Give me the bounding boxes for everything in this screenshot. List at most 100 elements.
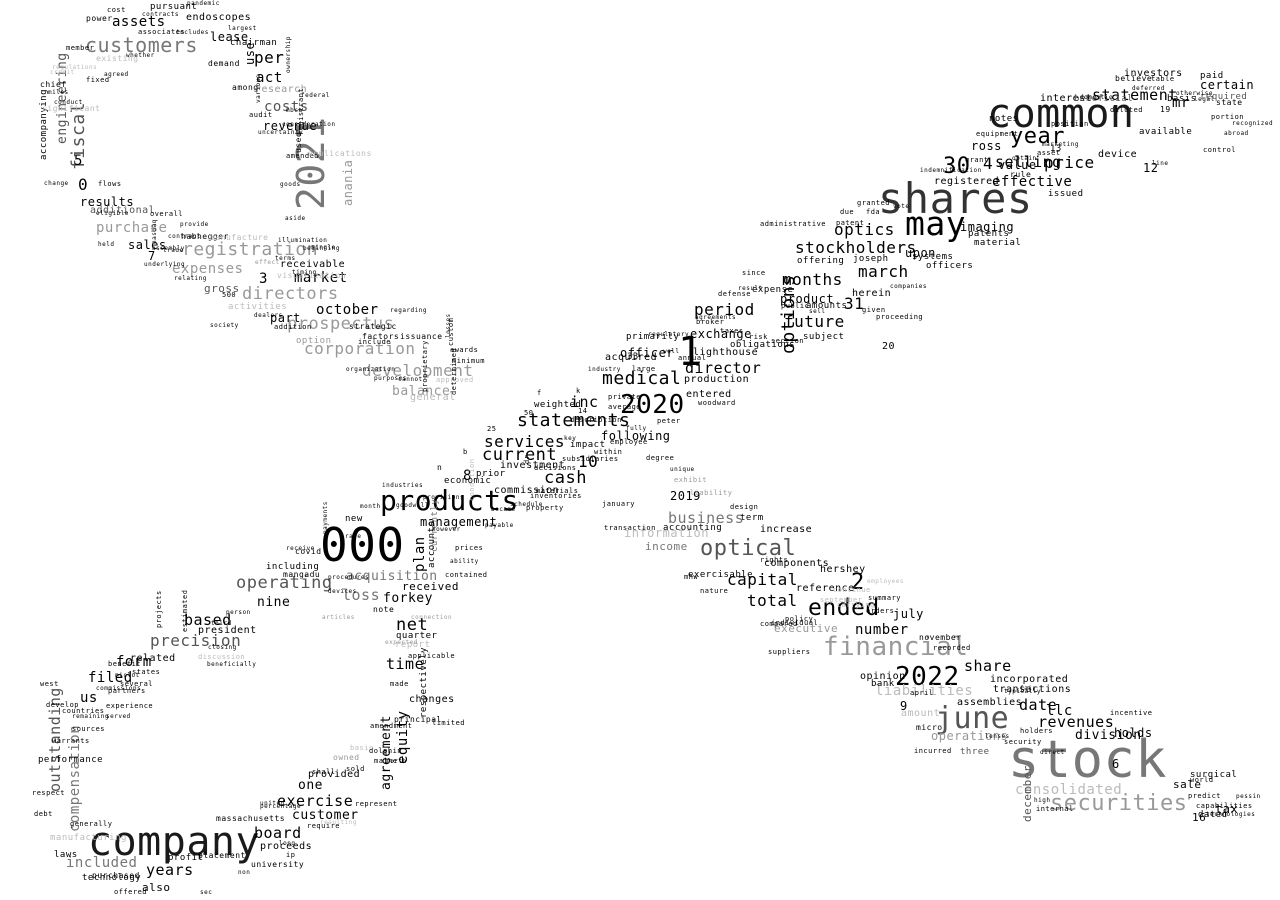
word-276: incurred [914, 747, 952, 755]
word-187: patents [968, 229, 1010, 239]
word-356: proceeding [876, 313, 924, 321]
word-378: world [1190, 776, 1214, 784]
word-269: incentive [1110, 709, 1153, 717]
word-260: due [840, 208, 855, 216]
word-215: addition [274, 323, 312, 331]
word-325: procedures [328, 574, 370, 581]
word-34: services [484, 432, 566, 451]
word-444: flows [98, 180, 122, 188]
word-367: legal [1194, 96, 1215, 103]
word-251: peter [657, 417, 681, 425]
word-447: held [98, 241, 115, 248]
word-226: pandemic [187, 0, 220, 7]
word-51: share [964, 657, 1012, 675]
word-274: recorded [933, 644, 971, 652]
word-353: taxes [720, 327, 744, 335]
word-62: plan [412, 536, 428, 572]
word-225: cost [107, 6, 126, 14]
word-360: vote [893, 203, 910, 210]
word-350: agreements [695, 314, 737, 321]
word-442: illumination [278, 237, 328, 244]
word-201: accounting [663, 523, 723, 533]
word-272: micro [916, 723, 943, 732]
word-277: suppliers [768, 648, 811, 656]
word-338: decisions [534, 464, 577, 472]
word-398: percentage [260, 803, 302, 810]
word-426: regarding [390, 307, 428, 314]
word-108: number [855, 622, 909, 638]
word-257: since [742, 269, 766, 277]
word-365: deferred [1132, 85, 1165, 92]
word-460: consideration [282, 121, 336, 128]
word-441: effect [255, 259, 280, 266]
word-394: projects [155, 590, 163, 628]
word-314: shall [312, 768, 336, 776]
word-147: president [198, 625, 257, 636]
word-449: credit [50, 69, 75, 76]
word-386: commissions [96, 685, 142, 692]
word-436: provide [180, 221, 209, 228]
word-397: person [226, 609, 251, 616]
word-368: recognized [1232, 120, 1274, 127]
word-393: remaining [72, 713, 110, 720]
word-239: 16 [1192, 811, 1207, 824]
word-231: various [255, 74, 262, 103]
word-327: goodwill [396, 502, 429, 509]
word-280: mhw [684, 573, 699, 581]
word-161: activities [228, 302, 288, 312]
word-259: fda [866, 208, 881, 216]
word-123: endoscopes [186, 12, 252, 23]
word-296: experience [106, 702, 154, 710]
word-440: single [311, 244, 336, 251]
word-194: available [1139, 127, 1193, 137]
word-195: notes [989, 114, 1019, 124]
word-311: long [279, 840, 296, 847]
word-197: systems [912, 252, 954, 262]
word-304: beneficially [207, 661, 257, 668]
word-413: key [564, 435, 577, 442]
word-261: equipment [976, 130, 1019, 138]
word-209: 500 [222, 291, 237, 299]
word-416: degree [646, 454, 675, 462]
word-451: agreed [104, 71, 129, 78]
word-153: herein [852, 288, 892, 299]
word-93: 5 [74, 153, 83, 169]
word-391: sources [72, 725, 106, 733]
word-341: employee [610, 438, 648, 446]
word-273: november [919, 633, 962, 642]
word-116: nine [257, 595, 291, 610]
word-30: march [858, 262, 909, 281]
word-192: believe [1115, 74, 1153, 83]
word-cloud: stock shares common company 000 2021 products m… [0, 0, 1280, 900]
word-243: 33 [627, 352, 639, 362]
word-162: option [296, 336, 332, 346]
word-293: employees [867, 578, 905, 585]
word-196: officers [926, 261, 974, 271]
word-433: overall [150, 210, 184, 218]
word-372: holders [1020, 727, 1054, 735]
word-344: industry [588, 366, 621, 373]
word-279: nature [700, 587, 729, 595]
word-453: whether [126, 52, 155, 59]
word-308: massachusetts [216, 814, 286, 823]
word-395: estimated [181, 589, 189, 632]
word-420: losses [445, 313, 452, 338]
word-159: chairman [230, 38, 278, 48]
word-337: materials [536, 487, 579, 495]
word-377: predict [1188, 792, 1222, 800]
word-321: expected [385, 639, 418, 646]
word-359: patent [836, 219, 865, 227]
word-42: years [146, 861, 194, 879]
word-383: high [1034, 797, 1051, 804]
word-118: forkey [383, 591, 433, 606]
word-459: federal [301, 92, 330, 99]
word-435: contract [168, 233, 201, 240]
word-388: debt [34, 810, 53, 818]
word-170: december [1021, 765, 1034, 822]
word-387: west [40, 680, 59, 688]
word-346: large [632, 365, 656, 373]
word-282: january [602, 500, 636, 508]
word-421: determined [450, 347, 458, 395]
word-402: dolphin [369, 747, 403, 755]
word-250: dr [523, 454, 531, 464]
